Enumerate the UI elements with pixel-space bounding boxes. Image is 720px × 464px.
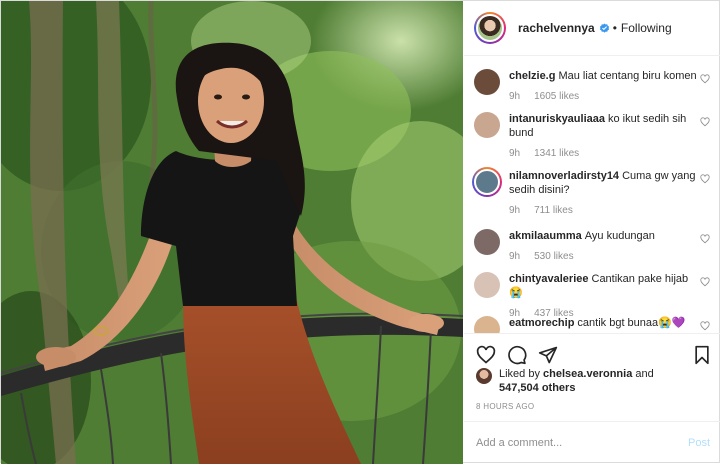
heart-icon[interactable] [476, 345, 496, 365]
post-comment-button[interactable]: Post [688, 437, 710, 449]
comment-username[interactable]: chintyavaleriee [509, 273, 589, 285]
comment-icon[interactable] [507, 345, 527, 365]
comment-input[interactable] [476, 434, 676, 452]
comment-likes[interactable]: 530 likes [534, 251, 573, 262]
photo-illustration [1, 1, 463, 464]
likes-count[interactable]: 547,504 others [499, 382, 575, 394]
commenter-avatar[interactable] [474, 229, 500, 255]
comment-like-heart-icon[interactable] [700, 321, 710, 331]
comment-text: Ayu kudungan [584, 230, 655, 242]
comment-text: cantik bgt bunaa😭💜 [577, 317, 686, 329]
comment-item: chelzie.g Mau liat centang biru komen 9h 1… [474, 69, 714, 104]
comment-age: 9h [509, 91, 521, 102]
comment-username[interactable]: eatmorechip [509, 317, 574, 329]
commenter-avatar[interactable] [474, 112, 500, 138]
comments-list[interactable]: chelzie.g Mau liat centang biru komen 9h 1… [464, 57, 720, 333]
add-comment-bar: Post [464, 421, 720, 464]
comment-likes[interactable]: 1341 likes [534, 148, 579, 159]
post-header: rachelvennya • Following [464, 1, 720, 56]
comment-item: akmilaaumma Ayu kudungan 9h 530 likes [474, 229, 714, 264]
follow-status-button[interactable]: Following [621, 21, 672, 35]
likes-summary: Liked by chelsea.veronnia and 547,504 ot… [476, 367, 716, 395]
commenter-avatar[interactable] [472, 167, 502, 197]
comment-item: eatmorechip cantik bgt bunaa😭💜 [474, 316, 714, 333]
comment-username[interactable]: intanuriskyauliaaa [509, 113, 605, 125]
comment-like-heart-icon[interactable] [700, 74, 710, 84]
instagram-post: rachelvennya • Following chelzie.g Mau li… [0, 0, 720, 464]
commenter-avatar[interactable] [474, 69, 500, 95]
comment-item: nilamnoverladirsty14 Cuma gw yang sedih d… [472, 167, 714, 218]
comment-text: Mau liat centang biru komen [558, 70, 697, 82]
liked-by-user[interactable]: chelsea.veronnia [543, 368, 632, 380]
liked-by-conj: and [635, 368, 654, 380]
bookmark-icon[interactable] [692, 345, 712, 365]
comment-like-heart-icon[interactable] [700, 234, 710, 244]
separator-dot: • [612, 21, 617, 35]
post-timestamp[interactable]: 8 HOURS AGO [476, 402, 534, 411]
comment-like-heart-icon[interactable] [700, 277, 710, 287]
comment-likes[interactable]: 711 likes [534, 205, 573, 216]
comment-like-heart-icon[interactable] [700, 117, 710, 127]
share-icon[interactable] [538, 345, 558, 365]
comment-age: 9h [509, 148, 521, 159]
commenter-avatar[interactable] [474, 316, 500, 333]
verified-badge-icon [599, 22, 609, 33]
comment-item: intanuriskyauliaaa ko ikut sedih sih bund… [474, 112, 714, 161]
author-username[interactable]: rachelvennya [518, 21, 595, 35]
commenter-avatar[interactable] [474, 272, 500, 298]
comment-username[interactable]: chelzie.g [509, 70, 555, 82]
liked-by-prefix: Liked by [499, 368, 540, 380]
comment-age: 9h [509, 251, 521, 262]
post-side-panel: rachelvennya • Following chelzie.g Mau li… [464, 1, 720, 464]
author-avatar[interactable] [474, 12, 506, 44]
comment-like-heart-icon[interactable] [700, 174, 710, 184]
comment-item: chintyavaleriee Cantikan pake hijab 😭 9h 4… [474, 272, 714, 321]
comment-likes[interactable]: 1605 likes [534, 91, 579, 102]
comment-age: 9h [509, 205, 521, 216]
comment-username[interactable]: akmilaaumma [509, 230, 582, 242]
comment-username[interactable]: nilamnoverladirsty14 [509, 170, 619, 182]
post-photo[interactable] [1, 1, 463, 464]
post-actions [464, 333, 720, 371]
liker-avatar[interactable] [476, 368, 492, 384]
